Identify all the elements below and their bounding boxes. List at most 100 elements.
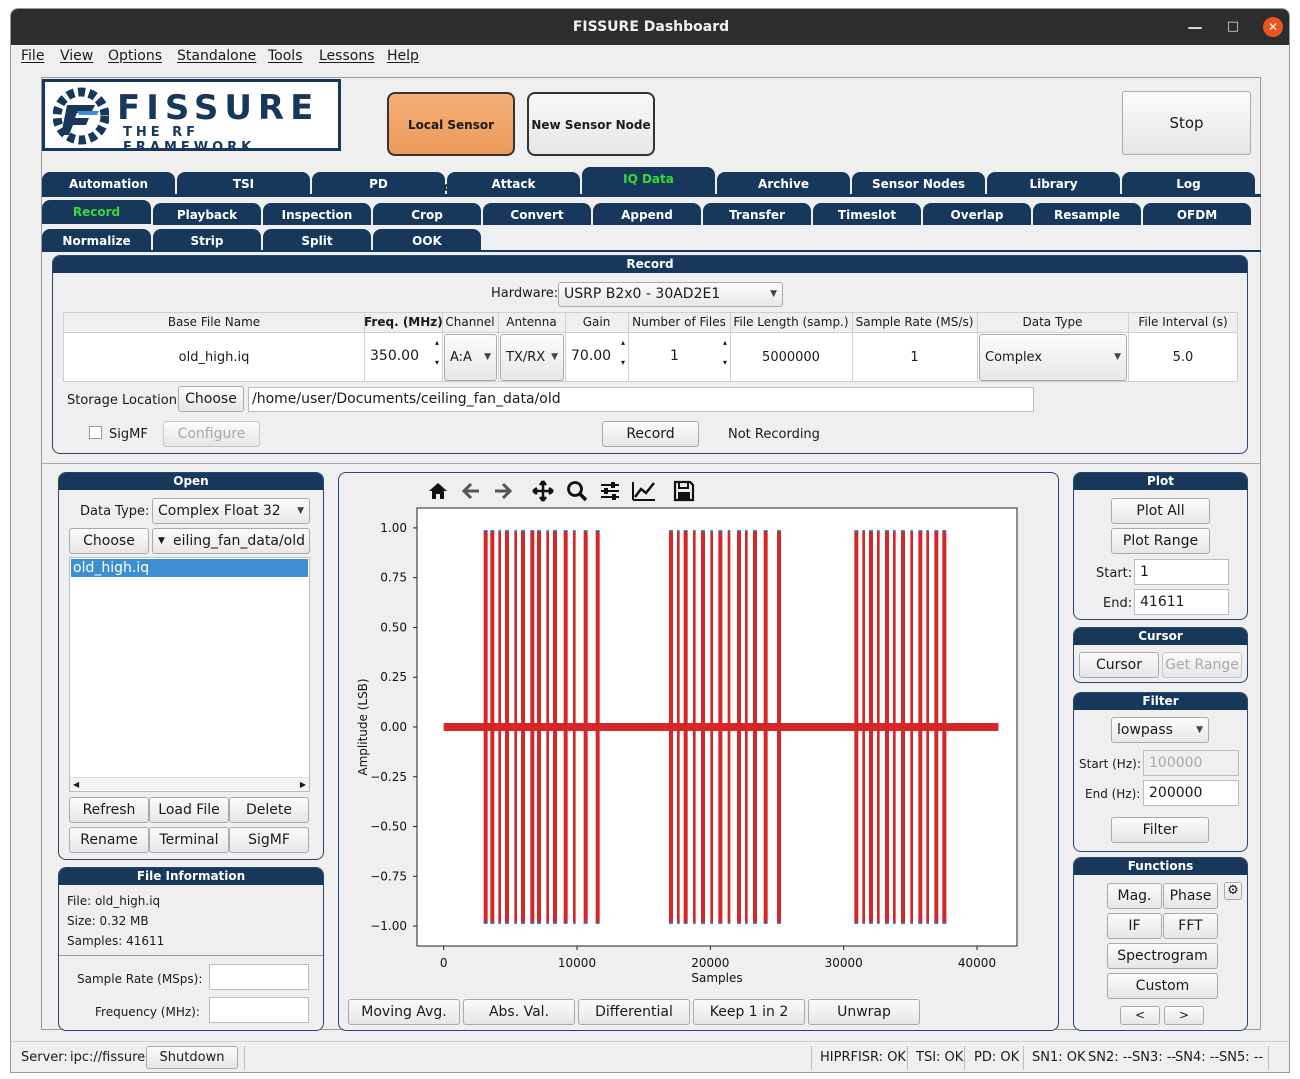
if-button[interactable]: IF <box>1107 913 1162 939</box>
filter-panel: Filter lowpass ▼ Start (Hz): 100000 End (… <box>1073 692 1248 852</box>
tab-archive[interactable]: Archive <box>717 172 850 194</box>
subtab-normalize[interactable]: Normalize <box>42 229 151 251</box>
abs-val-button[interactable]: Abs. Val. <box>463 999 575 1025</box>
gain-spinbox[interactable]: 70.00 ▴ ▾ <box>566 334 627 381</box>
storage-choose-button[interactable]: Choose <box>178 386 244 412</box>
storage-location-input[interactable]: /home/user/Documents/ceiling_fan_data/ol… <box>248 387 1034 412</box>
subtab-crop[interactable]: Crop <box>373 203 481 225</box>
subtab-split[interactable]: Split <box>263 229 371 251</box>
hardware-select[interactable]: USRP B2x0 - 30AD2E1 ▼ <box>558 282 783 307</box>
horizontal-scrollbar[interactable]: ◀ ▶ <box>70 777 309 791</box>
moving-avg-button[interactable]: Moving Avg. <box>348 999 460 1025</box>
subtab-inspection[interactable]: Inspection <box>263 203 371 225</box>
pulse <box>498 530 501 924</box>
menu-view[interactable]: View <box>60 48 93 64</box>
data-type-select[interactable]: Complex ▼ <box>979 334 1127 381</box>
file-interval-cell[interactable]: 5.0 <box>1128 350 1238 365</box>
sigmf-checkbox[interactable] <box>89 426 102 439</box>
base-file-name-cell[interactable]: old_high.iq <box>64 350 364 365</box>
tab-log[interactable]: Log <box>1122 172 1255 194</box>
refresh-button[interactable]: Refresh <box>69 797 149 823</box>
sample-rate-input[interactable] <box>209 964 309 990</box>
unwrap-button[interactable]: Unwrap <box>808 999 920 1025</box>
scroll-right-icon[interactable]: ▶ <box>300 778 306 791</box>
maximize-icon[interactable]: □ <box>1223 9 1243 45</box>
subtab-ook[interactable]: OOK <box>373 229 481 251</box>
antenna-select[interactable]: TX/RX ▼ <box>500 334 564 381</box>
plot-end-input[interactable]: 41611 <box>1134 589 1229 615</box>
file-length-cell[interactable]: 5000000 <box>730 350 852 365</box>
spin-arrows-icon[interactable]: ▴ ▾ <box>621 338 625 368</box>
mag-button[interactable]: Mag. <box>1107 883 1162 909</box>
folder-select[interactable]: ▼ eiling_fan_data/old <box>152 528 310 554</box>
get-range-button[interactable]: Get Range <box>1162 652 1242 678</box>
open-data-type-select[interactable]: Complex Float 32 ▼ <box>152 498 310 524</box>
next-button[interactable]: > <box>1164 1006 1204 1025</box>
subtab-record[interactable]: Record <box>42 200 151 224</box>
previous-button[interactable]: < <box>1120 1006 1160 1025</box>
list-item[interactable]: old_high.iq <box>71 559 308 577</box>
filter-start-input[interactable]: 100000 <box>1143 750 1239 776</box>
menu-standalone[interactable]: Standalone <box>177 48 256 64</box>
tab-library[interactable]: Library <box>987 172 1120 194</box>
sample-rate-cell[interactable]: 1 <box>852 350 977 365</box>
filter-button[interactable]: Filter <box>1111 817 1209 843</box>
minimize-icon[interactable]: — <box>1185 9 1205 45</box>
tab-sensor-nodes[interactable]: Sensor Nodes <box>852 172 985 194</box>
load-file-button[interactable]: Load File <box>149 797 229 823</box>
shutdown-button[interactable]: Shutdown <box>146 1046 238 1069</box>
frequency-input[interactable] <box>209 997 309 1023</box>
close-icon[interactable]: ✕ <box>1263 17 1283 37</box>
subtab-ofdm[interactable]: OFDM <box>1143 203 1251 225</box>
subtab-overlap[interactable]: Overlap <box>923 203 1031 225</box>
tab-attack[interactable]: Attack <box>447 172 580 194</box>
terminal-button[interactable]: Terminal <box>149 827 229 853</box>
menu-options[interactable]: Options <box>108 48 162 64</box>
menu-file[interactable]: File <box>21 48 44 64</box>
fft-button[interactable]: FFT <box>1163 913 1218 939</box>
subtab-append[interactable]: Append <box>593 203 701 225</box>
phase-button[interactable]: Phase <box>1163 883 1218 909</box>
open-sigmf-button[interactable]: SigMF <box>229 827 309 853</box>
filter-type-select[interactable]: lowpass ▼ <box>1111 717 1209 743</box>
stop-button[interactable]: Stop <box>1122 91 1251 155</box>
open-choose-button[interactable]: Choose <box>69 528 149 554</box>
delete-button[interactable]: Delete <box>229 797 309 823</box>
spectrogram-button[interactable]: Spectrogram <box>1107 943 1218 969</box>
tab-iq-data[interactable]: IQ Data <box>582 167 715 194</box>
custom-button[interactable]: Custom <box>1107 973 1218 999</box>
pulse <box>763 530 768 924</box>
differential-button[interactable]: Differential <box>578 999 690 1025</box>
record-button[interactable]: Record <box>602 421 699 447</box>
amplitude-chart[interactable]: 1.00 0.75 0.50 0.25 0.00 −0.25 −0.50 −0.75 −1.00… <box>339 473 1058 1030</box>
gear-icon[interactable]: ⚙ <box>1224 882 1242 900</box>
menu-help[interactable]: Help <box>387 48 419 64</box>
tab-tsi[interactable]: TSI <box>177 172 310 194</box>
subtab-resample[interactable]: Resample <box>1033 203 1141 225</box>
new-sensor-node-button[interactable]: New Sensor Node <box>527 92 655 156</box>
plot-all-button[interactable]: Plot All <box>1111 498 1210 524</box>
rename-button[interactable]: Rename <box>69 827 149 853</box>
plot-start-input[interactable]: 1 <box>1134 559 1229 585</box>
tab-automation[interactable]: Automation <box>42 172 175 194</box>
configure-button[interactable]: Configure <box>163 421 260 447</box>
filter-end-input[interactable]: 200000 <box>1143 780 1239 806</box>
scroll-left-icon[interactable]: ◀ <box>73 778 79 791</box>
subtab-strip[interactable]: Strip <box>153 229 261 251</box>
plot-range-button[interactable]: Plot Range <box>1111 528 1210 554</box>
menu-tools[interactable]: Tools <box>268 48 303 64</box>
subtab-transfer[interactable]: Transfer <box>703 203 811 225</box>
keep-1-in-2-button[interactable]: Keep 1 in 2 <box>693 999 805 1025</box>
subtab-convert[interactable]: Convert <box>483 203 591 225</box>
local-sensor-node-button[interactable]: Local Sensor Node <box>387 92 515 194</box>
channel-select[interactable]: A:A ▼ <box>444 334 497 381</box>
subtab-timeslot[interactable]: Timeslot <box>813 203 921 225</box>
spin-arrows-icon[interactable]: ▴ ▾ <box>435 338 439 368</box>
cursor-button[interactable]: Cursor <box>1079 652 1159 678</box>
menu-lessons[interactable]: Lessons <box>319 48 375 64</box>
subtab-playback[interactable]: Playback <box>153 203 261 225</box>
freq-spinbox[interactable]: 350.00 ▴ ▾ <box>365 334 441 381</box>
number-of-files-spinbox[interactable]: 1 ▴ ▾ <box>629 334 729 381</box>
spin-arrows-icon[interactable]: ▴ ▾ <box>723 338 727 368</box>
tab-pd[interactable]: PD <box>312 172 445 194</box>
